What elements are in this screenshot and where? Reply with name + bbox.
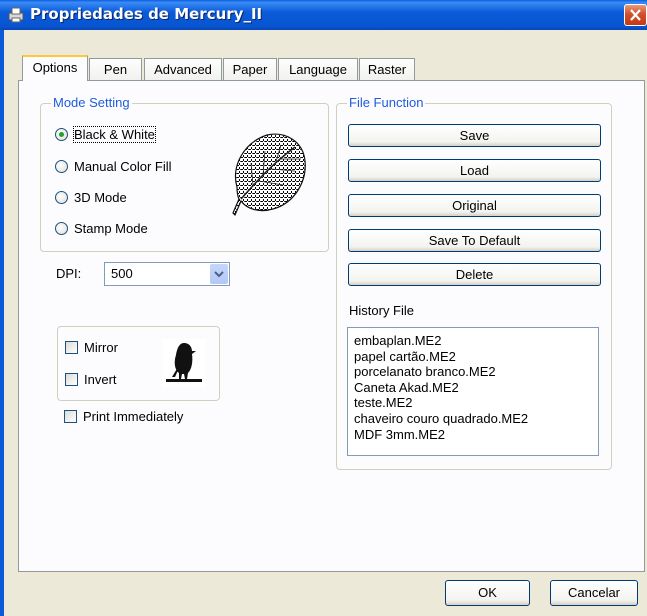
dpi-value: 500 [111, 266, 133, 281]
list-item[interactable]: chaveiro couro quadrado.ME2 [354, 411, 598, 427]
tab-label: Paper [232, 62, 268, 77]
history-file-label: History File [349, 303, 415, 318]
cancel-button[interactable]: Cancelar [550, 580, 638, 606]
list-item[interactable]: Caneta Akad.ME2 [354, 380, 598, 396]
history-file-list[interactable]: embaplan.ME2 papel cartão.ME2 porcelanat… [347, 327, 599, 456]
radio-button[interactable] [55, 127, 68, 141]
radio-manual-color-fill[interactable]: Manual Color Fill [55, 156, 172, 176]
mirror-checkbox-row[interactable]: Mirror [65, 340, 118, 355]
load-button[interactable]: Load [348, 159, 601, 182]
radio-label: 3D Mode [74, 189, 127, 205]
radio-label: Stamp Mode [74, 220, 148, 236]
bird-preview-icon [162, 339, 206, 387]
dpi-label: DPI: [56, 266, 82, 281]
tab-label: Raster [367, 62, 407, 77]
group-label: File Function [347, 95, 426, 110]
tab-pen[interactable]: Pen [89, 58, 142, 80]
print-immediately-row[interactable]: Print Immediately [64, 409, 183, 424]
dpi-select[interactable]: 500 [104, 262, 230, 286]
radio-black-white[interactable]: Black & White [55, 124, 156, 144]
tab-raster[interactable]: Raster [359, 58, 415, 80]
tab-label: Pen [103, 62, 128, 77]
window-frame [0, 30, 4, 616]
printer-icon [8, 7, 24, 23]
save-button[interactable]: Save [348, 124, 601, 147]
radio-button[interactable] [55, 221, 68, 235]
ok-button[interactable]: OK [445, 580, 530, 606]
radio-button[interactable] [55, 159, 68, 173]
dropdown-button[interactable] [210, 264, 228, 284]
chevron-down-icon [214, 271, 224, 278]
window-title: Propriedades de Mercury_II [30, 5, 263, 23]
title-bar: Propriedades de Mercury_II [0, 0, 647, 30]
mirror-label: Mirror [84, 340, 118, 355]
list-item[interactable]: embaplan.ME2 [354, 333, 598, 349]
tab-advanced[interactable]: Advanced [144, 58, 222, 80]
group-label: Mode Setting [51, 95, 132, 110]
print-immediately-label: Print Immediately [83, 409, 184, 424]
list-item[interactable]: teste.ME2 [354, 395, 598, 411]
radio-label: Black & White [73, 125, 156, 143]
mirror-checkbox[interactable] [65, 341, 78, 354]
invert-checkbox-row[interactable]: Invert [65, 372, 117, 387]
radio-3d-mode[interactable]: 3D Mode [55, 187, 127, 207]
close-button[interactable] [624, 4, 647, 26]
tab-label: Options [32, 60, 78, 75]
leaf-preview-image [232, 133, 306, 217]
delete-button[interactable]: Delete [348, 263, 601, 286]
radio-label: Manual Color Fill [74, 158, 172, 174]
save-to-default-button[interactable]: Save To Default [348, 229, 601, 252]
radio-stamp-mode[interactable]: Stamp Mode [55, 218, 148, 238]
tab-label: Advanced [154, 62, 212, 77]
original-button[interactable]: Original [348, 194, 601, 217]
list-item[interactable]: papel cartão.ME2 [354, 349, 598, 365]
tab-label: Language [289, 62, 347, 77]
radio-button[interactable] [55, 190, 68, 204]
list-item[interactable]: MDF 3mm.ME2 [354, 427, 598, 443]
invert-checkbox[interactable] [65, 373, 78, 386]
tab-options[interactable]: Options [22, 55, 88, 81]
invert-label: Invert [84, 372, 117, 387]
tab-language[interactable]: Language [278, 58, 358, 80]
list-item[interactable]: porcelanato branco.ME2 [354, 364, 598, 380]
close-icon [630, 9, 641, 21]
tab-paper[interactable]: Paper [223, 58, 277, 80]
print-immediately-checkbox[interactable] [64, 410, 77, 423]
image-options-group: Mirror Invert [57, 326, 220, 401]
mode-setting-group: Mode Setting Black & White Manual Color … [40, 95, 329, 252]
